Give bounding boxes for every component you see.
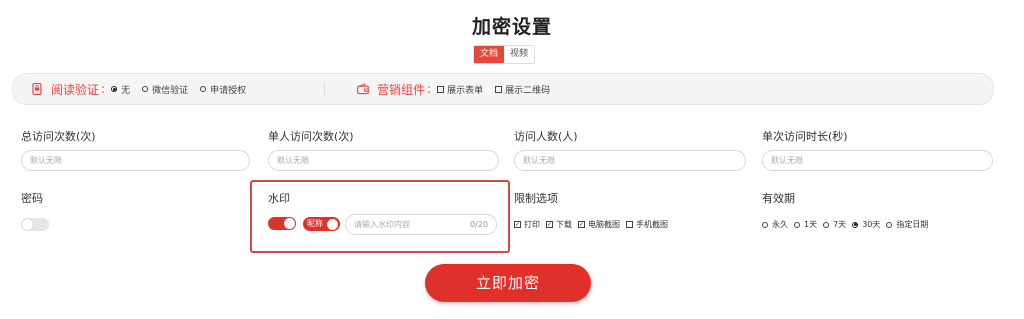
option-label: 7天 xyxy=(833,220,847,229)
checkbox-icon xyxy=(437,85,445,93)
page-title: 加密设置 xyxy=(471,16,552,38)
toggle-knob xyxy=(22,219,33,230)
radio-icon xyxy=(762,221,768,228)
marketing-label: 营销组件 xyxy=(377,82,426,97)
validity-label: 有效期 xyxy=(762,192,795,205)
marketing-group: 营销组件 : 展示表单 展示二维码 xyxy=(357,74,562,104)
settings-bar: 阅读验证 : 无 微信验证 申请授权 营销组件 : 展示表单 展示二维码 xyxy=(12,73,994,105)
validity-7-days[interactable]: 7天 xyxy=(823,219,846,230)
tab-video[interactable]: 视频 xyxy=(504,46,535,63)
password-label: 密码 xyxy=(21,192,43,205)
wallet-icon xyxy=(357,83,369,95)
option-label: 展示表单 xyxy=(447,85,484,96)
visit-duration-input[interactable]: 默认无限 xyxy=(762,150,993,171)
checkbox-checked-icon: ✓ xyxy=(578,221,585,228)
placeholder: 默认无限 xyxy=(30,156,62,165)
option-label: 30天 xyxy=(862,220,881,229)
tab-document[interactable]: 文档 xyxy=(474,46,505,63)
read-verify-group: 阅读验证 : 无 微信验证 申请授权 xyxy=(31,74,258,104)
option-label: 电脑截图 xyxy=(588,220,620,229)
visitors-label: 访问人数(人) xyxy=(514,130,578,143)
radio-icon xyxy=(823,221,830,228)
per-person-visits-input[interactable]: 默认无限 xyxy=(268,150,499,171)
validity-30-days[interactable]: 30天 xyxy=(852,219,880,230)
read-verify-colon: : xyxy=(101,82,106,96)
watermark-label: 水印 xyxy=(268,192,290,205)
read-verify-label: 阅读验证 xyxy=(51,82,100,97)
option-label: 手机截图 xyxy=(636,220,668,229)
restriction-mobile-screenshot[interactable]: 手机截图 xyxy=(626,219,668,230)
option-label: 展示二维码 xyxy=(505,85,551,96)
marketing-option-form[interactable]: 展示表单 xyxy=(437,83,483,96)
radio-icon xyxy=(200,86,207,92)
restrictions-label: 限制选项 xyxy=(514,192,558,205)
radio-icon xyxy=(142,86,149,92)
option-label: 1天 xyxy=(804,220,818,229)
total-visits-label: 总访问次数(次) xyxy=(21,130,96,143)
validity-options: 永久 1天 7天 30天 指定日期 xyxy=(762,219,934,230)
option-label: 打印 xyxy=(524,220,540,229)
watermark-toggle[interactable] xyxy=(268,217,296,230)
validity-custom-date[interactable]: 指定日期 xyxy=(886,219,928,230)
per-person-visits-label: 单人访问次数(次) xyxy=(268,130,354,143)
validity-1-day[interactable]: 1天 xyxy=(794,219,817,230)
radio-icon xyxy=(794,221,800,228)
placeholder: 默认无限 xyxy=(771,156,803,165)
read-verify-option-wechat[interactable]: 微信验证 xyxy=(142,83,188,96)
encrypt-now-button[interactable]: 立即加密 xyxy=(425,264,591,302)
read-verify-option-apply[interactable]: 申请授权 xyxy=(200,83,246,96)
char-counter: 0/20 xyxy=(470,220,488,229)
checkbox-checked-icon: ✓ xyxy=(514,221,521,228)
radio-icon xyxy=(886,221,893,228)
toggle-knob xyxy=(327,218,338,230)
restriction-print[interactable]: ✓ 打印 xyxy=(514,219,540,230)
option-label: 无 xyxy=(121,85,131,96)
visitors-input[interactable]: 默认无限 xyxy=(514,150,746,171)
placeholder: 请输入水印内容 xyxy=(354,220,410,229)
checkbox-icon xyxy=(495,85,503,93)
placeholder: 默认无限 xyxy=(523,156,555,165)
nickname-toggle[interactable]: 昵称 xyxy=(303,217,340,231)
watermark-text-input[interactable]: 请输入水印内容 0/20 xyxy=(345,214,497,235)
checkbox-checked-icon: ✓ xyxy=(546,221,553,228)
total-visits-input[interactable]: 默认无限 xyxy=(21,150,250,171)
nickname-label: 昵称 xyxy=(307,219,323,228)
marketing-colon: : xyxy=(427,82,432,96)
marketing-option-qrcode[interactable]: 展示二维码 xyxy=(495,83,550,96)
read-verify-option-none[interactable]: 无 xyxy=(111,83,130,96)
option-label: 微信验证 xyxy=(152,85,189,96)
content-type-tabs: 文档 视频 xyxy=(473,45,536,64)
divider xyxy=(324,82,325,96)
option-label: 永久 xyxy=(772,220,788,229)
option-label: 申请授权 xyxy=(210,85,247,96)
option-label: 指定日期 xyxy=(896,220,929,229)
radio-selected-icon xyxy=(111,86,118,92)
restriction-pc-screenshot[interactable]: ✓ 电脑截图 xyxy=(578,219,620,230)
validity-forever[interactable]: 永久 xyxy=(762,219,788,230)
restrictions-options: ✓ 打印 ✓ 下载 ✓ 电脑截图 手机截图 xyxy=(514,219,674,230)
visit-duration-label: 单次访问时长(秒) xyxy=(762,130,848,143)
toggle-knob xyxy=(284,218,295,229)
option-label: 下载 xyxy=(556,220,572,229)
password-toggle[interactable] xyxy=(21,218,49,231)
checkbox-icon xyxy=(626,221,633,228)
radio-selected-icon xyxy=(852,221,859,228)
phone-lock-icon xyxy=(31,83,43,95)
placeholder: 默认无限 xyxy=(277,156,309,165)
restriction-download[interactable]: ✓ 下载 xyxy=(546,219,572,230)
